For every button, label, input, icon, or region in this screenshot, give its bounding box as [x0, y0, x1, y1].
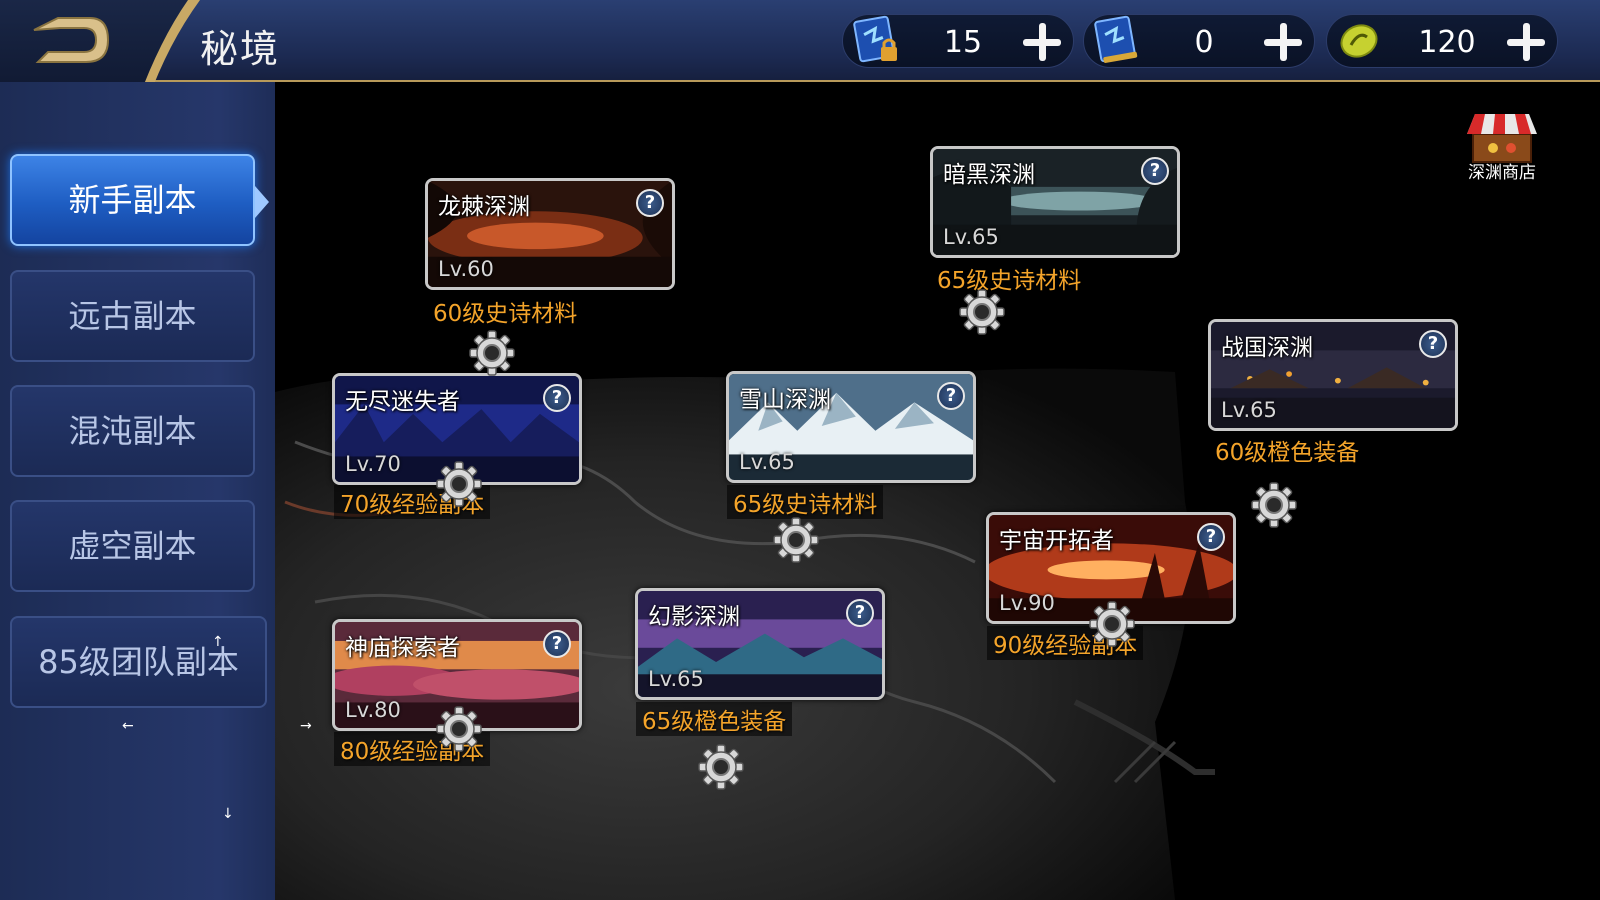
help-icon[interactable]: ?	[1141, 157, 1169, 185]
dungeon-name: 幻影深渊	[648, 604, 740, 630]
shop-label: 深渊商店	[1468, 163, 1536, 183]
dungeon-name: 战国深渊	[1221, 335, 1313, 361]
gear-icon[interactable]	[1250, 481, 1298, 529]
scroll-left-icon[interactable]: ←	[122, 718, 134, 734]
sidebar-item-label: 虚空副本	[68, 527, 197, 565]
gear-icon[interactable]	[772, 516, 820, 564]
dungeon-level: Lv.65	[648, 667, 704, 691]
dungeon-name: 神庙探索者	[345, 635, 460, 661]
locked-scroll-icon	[853, 15, 897, 63]
dungeon-reward: 65级史诗材料	[727, 485, 884, 519]
add-currency-button[interactable]	[1503, 19, 1549, 65]
active-indicator	[255, 186, 269, 218]
help-icon[interactable]: ?	[1419, 330, 1447, 358]
sidebar-item-chaos-dungeon[interactable]: 混沌副本	[10, 385, 255, 477]
scroll-right-icon[interactable]: →	[300, 718, 312, 734]
gear-icon[interactable]	[435, 460, 483, 508]
back-arrow-icon	[33, 17, 110, 63]
sidebar-item-void-dungeon[interactable]: 虚空副本	[10, 500, 255, 592]
help-icon[interactable]: ?	[543, 384, 571, 412]
dungeon-name: 龙棘深渊	[438, 194, 530, 220]
gear-icon[interactable]	[468, 329, 516, 377]
dungeon-reward: 65级橙色装备	[636, 702, 793, 736]
dungeon-level: Lv.90	[999, 591, 1055, 615]
sidebar-item-label: 新手副本	[68, 181, 197, 219]
dungeon-card-warring-states[interactable]: 战国深渊 Lv.65 ?	[1208, 319, 1458, 431]
dungeon-name: 宇宙开拓者	[999, 528, 1114, 554]
gear-icon[interactable]	[697, 743, 745, 791]
sidebar-item-label: 远古副本	[68, 297, 197, 335]
dungeon-map: 龙棘深渊 Lv.60 ? 60级史诗材料 暗黑深渊 Lv.65 ? 65级史诗材…	[275, 82, 1600, 900]
dungeon-name: 暗黑深渊	[943, 162, 1035, 188]
dungeon-level: Lv.70	[345, 452, 401, 476]
sidebar-item-novice-dungeon[interactable]: 新手副本	[10, 154, 269, 246]
coin-icon	[1340, 24, 1378, 58]
scroll-up-icon[interactable]: ↑	[212, 634, 224, 650]
add-locked-ticket-button[interactable]	[1019, 19, 1065, 65]
add-ticket-button[interactable]	[1260, 19, 1306, 65]
gear-icon[interactable]	[435, 705, 483, 753]
dungeon-level: Lv.65	[1221, 398, 1277, 422]
dungeon-level: Lv.60	[438, 257, 494, 281]
dungeon-card-dragon-thorn[interactable]: 龙棘深渊 Lv.60 ?	[425, 178, 675, 290]
help-icon[interactable]: ?	[846, 599, 874, 627]
abyss-shop-button[interactable]: 深渊商店	[1457, 108, 1547, 188]
dungeon-reward: 65级史诗材料	[931, 261, 1088, 295]
help-icon[interactable]: ?	[636, 189, 664, 217]
currency-value: 120	[1418, 25, 1476, 60]
dungeon-reward: 60级史诗材料	[427, 294, 584, 328]
help-icon[interactable]: ?	[543, 630, 571, 658]
scroll-icon	[1094, 15, 1138, 63]
sidebar: 新手副本 远古副本 混沌副本 虚空副本 85级团队副本 ↑ ← ↓	[0, 82, 275, 900]
ticket-value: 0	[1194, 25, 1214, 60]
help-icon[interactable]: ?	[937, 382, 965, 410]
locked-ticket-value: 15	[943, 25, 983, 60]
dungeon-card-phantom-abyss[interactable]: 幻影深渊 Lv.65 ?	[635, 588, 885, 700]
dungeon-reward: 60级橙色装备	[1209, 433, 1366, 467]
dungeon-level: Lv.80	[345, 698, 401, 722]
page-title: 秘境	[200, 27, 281, 71]
dungeon-level: Lv.65	[739, 450, 795, 474]
dungeon-level: Lv.65	[943, 225, 999, 249]
dungeon-card-snow-mountain[interactable]: 雪山深渊 Lv.65 ?	[726, 371, 976, 483]
sidebar-item-label: 85级团队副本	[38, 643, 239, 681]
gear-icon[interactable]	[958, 288, 1006, 336]
sidebar-item-team-dungeon[interactable]: 85级团队副本	[10, 616, 267, 708]
shop-stall-icon	[1467, 114, 1537, 163]
scroll-down-icon[interactable]: ↓	[222, 806, 234, 822]
dungeon-name: 雪山深渊	[739, 387, 831, 413]
currency-counter: 120	[1326, 14, 1558, 68]
ticket-counter: 0	[1083, 14, 1315, 68]
gear-icon[interactable]	[1088, 600, 1136, 648]
locked-ticket-counter: 15	[842, 14, 1074, 68]
sidebar-item-label: 混沌副本	[68, 412, 197, 450]
dungeon-card-dark-abyss[interactable]: 暗黑深渊 Lv.65 ?	[930, 146, 1180, 258]
top-bar: 秘境 15 0 120	[0, 0, 1600, 100]
help-icon[interactable]: ?	[1197, 523, 1225, 551]
sidebar-item-ancient-dungeon[interactable]: 远古副本	[10, 270, 255, 362]
dungeon-name: 无尽迷失者	[345, 389, 460, 415]
